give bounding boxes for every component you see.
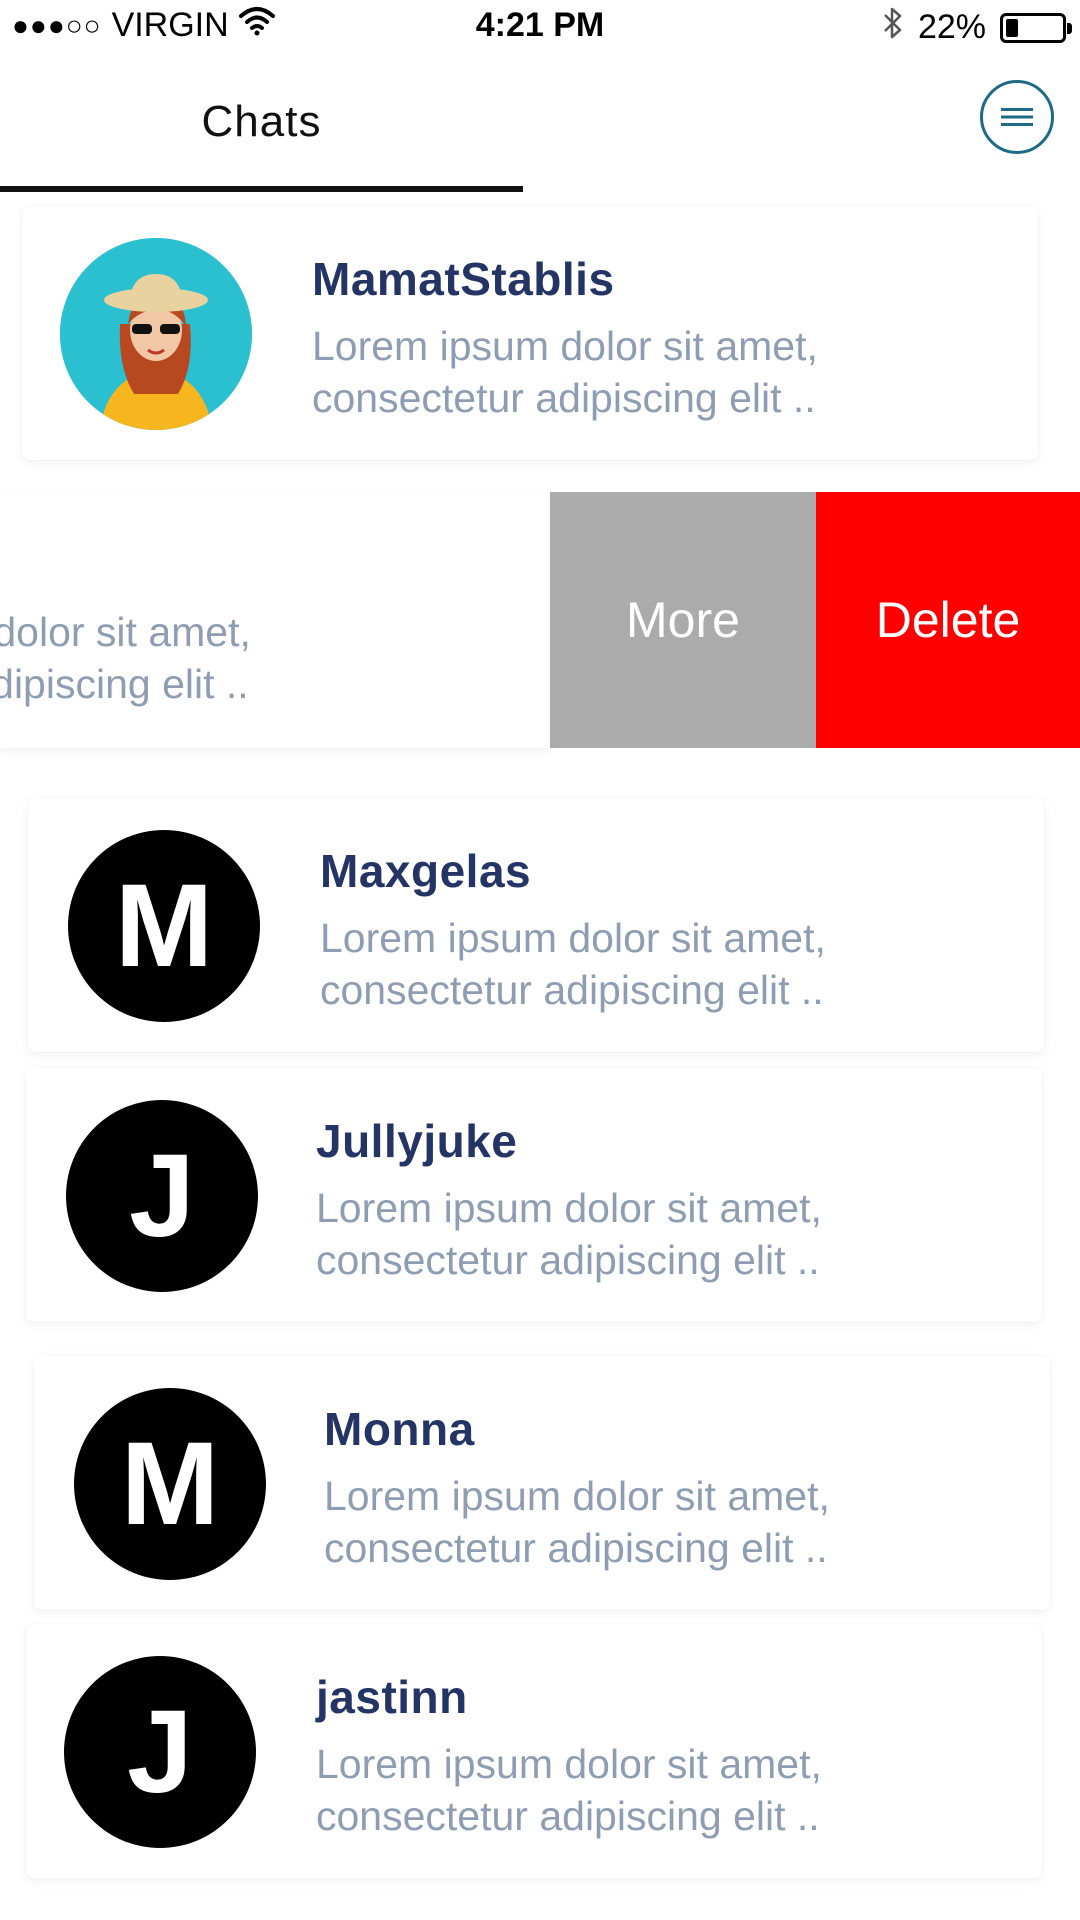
chat-item[interactable]: M Monna Lorem ipsum dolor sit amet, cons… <box>34 1356 1050 1610</box>
avatar: M <box>74 1388 266 1580</box>
message-preview: Lorem ipsum dolor sit amet, consectetur … <box>316 1182 822 1286</box>
message-line: consectetur adipiscing elit .. <box>316 1237 820 1283</box>
swiped-chat-content[interactable]: Lorem ipsum dolor sit amet, consectetur … <box>0 492 550 748</box>
contact-name: Monna <box>324 1403 475 1455</box>
avatar <box>60 238 252 430</box>
battery-fill <box>1006 18 1018 37</box>
top-tab-bar: Chats <box>0 52 1080 192</box>
message-line: consectetur adipiscing elit .. <box>320 967 824 1013</box>
chat-item[interactable]: J Jullyjuke Lorem ipsum dolor sit amet, … <box>26 1068 1042 1322</box>
chat-item[interactable]: J jastinn Lorem ipsum dolor sit amet, co… <box>26 1624 1042 1878</box>
avatar: J <box>66 1100 258 1292</box>
contact-name: MamatStablis <box>312 253 615 305</box>
message-line: Lorem ipsum dolor sit amet, <box>320 915 826 961</box>
message-preview: Lorem ipsum dolor sit amet, consectetur … <box>316 1738 822 1842</box>
avatar: M <box>68 830 260 1022</box>
message-preview: Lorem ipsum dolor sit amet, consectetur … <box>312 320 818 424</box>
menu-icon <box>1001 108 1033 126</box>
battery-icon <box>1000 12 1072 43</box>
message-line: consectetur adipiscing elit .. <box>324 1525 828 1571</box>
more-button[interactable]: More <box>550 492 816 748</box>
person-photo-icon <box>60 238 252 430</box>
message-line: Lorem ipsum dolor sit amet, <box>0 609 251 655</box>
message-preview: Lorem ipsum dolor sit amet, consectetur … <box>324 1470 830 1574</box>
message-preview: Lorem ipsum dolor sit amet, consectetur … <box>320 912 826 1016</box>
message-line: Lorem ipsum dolor sit amet, <box>316 1185 822 1231</box>
menu-button[interactable] <box>980 80 1054 154</box>
delete-button[interactable]: Delete <box>816 492 1080 748</box>
contact-name: jastinn <box>316 1671 468 1723</box>
avatar: J <box>64 1656 256 1848</box>
contact-name: Jullyjuke <box>316 1115 518 1167</box>
status-right: 22% <box>882 6 1072 49</box>
active-tab-indicator <box>0 186 523 192</box>
tab-chats[interactable]: Chats <box>0 52 523 192</box>
message-line: Lorem ipsum dolor sit amet, <box>312 323 818 369</box>
contact-name: Maxgelas <box>320 845 532 897</box>
message-line: consectetur adipiscing elit .. <box>0 661 249 707</box>
message-line: consectetur adipiscing elit .. <box>312 375 816 421</box>
message-line: Lorem ipsum dolor sit amet, <box>316 1741 822 1787</box>
bluetooth-icon <box>882 6 904 49</box>
message-preview: Lorem ipsum dolor sit amet, consectetur … <box>0 606 251 710</box>
status-bar: ●●●○○ VIRGIN 4:21 PM 22% <box>0 0 1080 52</box>
message-line: Lorem ipsum dolor sit amet, <box>324 1473 830 1519</box>
chat-item[interactable]: M Maxgelas Lorem ipsum dolor sit amet, c… <box>28 798 1044 1052</box>
battery-percent: 22% <box>917 8 986 46</box>
message-line: consectetur adipiscing elit .. <box>316 1793 820 1839</box>
swiped-chat-row: Lorem ipsum dolor sit amet, consectetur … <box>0 492 1080 748</box>
chat-item[interactable]: MamatStablis Lorem ipsum dolor sit amet,… <box>22 206 1038 460</box>
